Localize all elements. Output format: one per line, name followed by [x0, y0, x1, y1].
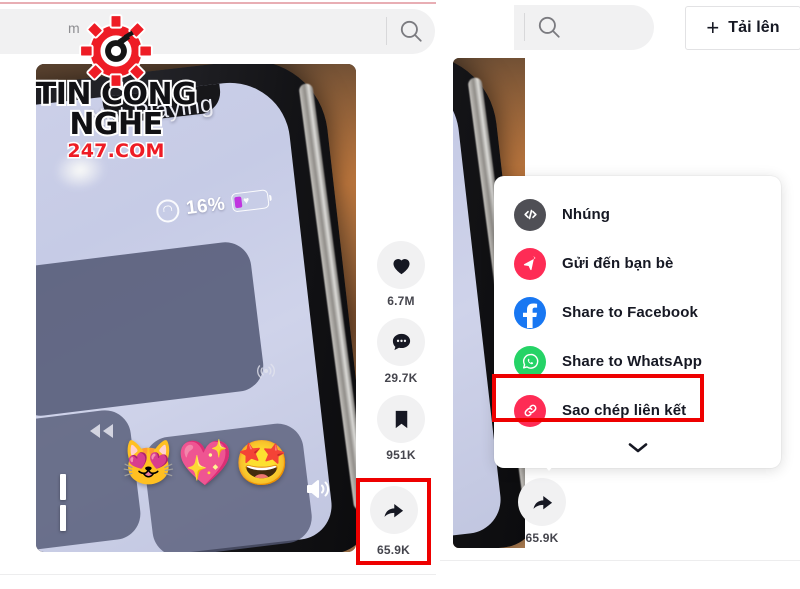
share-menu-item-label: Nhúng: [562, 206, 610, 223]
video-player[interactable]: 16% ♥ Not Playing 😻 💖 🤩: [36, 64, 356, 552]
battery-fill: [233, 196, 243, 209]
search-bar[interactable]: [0, 9, 435, 54]
share-button[interactable]: 65.9K: [360, 482, 427, 561]
share-button-2[interactable]: 65.9K: [518, 478, 566, 545]
search-divider-2: [524, 13, 525, 41]
panel-two-bottom-seam: [440, 560, 800, 561]
emoji-0: 😻: [121, 439, 176, 488]
share-menu-popover: Nhúng Gửi đến bạn bè Share to Facebook S…: [494, 176, 781, 468]
plus-icon: +: [706, 15, 720, 40]
share-arrow-icon[interactable]: [369, 486, 418, 534]
share-menu-item-facebook[interactable]: Share to Facebook: [494, 288, 781, 337]
bookmark-icon[interactable]: [377, 395, 425, 443]
share-menu-item-label: Gửi đến bạn bè: [562, 255, 674, 272]
emoji-2: 🤩: [234, 439, 290, 488]
panel-one-bottom-seam: [0, 574, 436, 575]
screenshot-stage: m 16% ♥ Not Playing 😻 💖 🤩 TIN CONG NGHE …: [0, 0, 800, 589]
battery-percent-label: 16%: [184, 193, 227, 219]
share-menu-item-label: Share to Facebook: [562, 304, 698, 321]
share-menu-item-send-friends[interactable]: Gửi đến bạn bè: [494, 239, 781, 288]
pause-icon[interactable]: [60, 474, 80, 531]
screen-glare: [52, 147, 109, 193]
link-chain-icon: [514, 394, 546, 427]
facebook-icon: [514, 296, 546, 329]
search-input[interactable]: m: [68, 20, 80, 36]
like-button[interactable]: 6.7M: [377, 241, 425, 308]
whatsapp-icon: [514, 345, 546, 378]
search-divider: [386, 17, 387, 45]
share-button-highlight: 65.9K: [356, 478, 431, 565]
right-capture-panel: + Tải lên 16%: [440, 0, 800, 560]
share-count: 65.9K: [376, 543, 411, 557]
comment-count: 29.7K: [384, 371, 418, 385]
embed-code-icon: [514, 198, 546, 231]
upload-button-label: Tải lên: [728, 19, 780, 36]
bookmark-count: 951K: [386, 448, 416, 462]
share-menu-item-label: Sao chép liên kết: [562, 402, 687, 419]
emoji-overlay: 😻 💖 🤩: [121, 442, 289, 486]
share-menu-item-label: Share to WhatsApp: [562, 353, 703, 370]
comment-button[interactable]: 29.7K: [377, 318, 425, 385]
rewind-icon: [86, 422, 116, 440]
battery-heart-glyph: ♥: [242, 194, 251, 207]
search-icon-2[interactable]: [536, 14, 562, 40]
lock-circle-icon: [155, 198, 181, 224]
battery-icon: ♥: [230, 189, 270, 213]
share-menu-list: Nhúng Gửi đến bạn bè Share to Facebook S…: [494, 190, 781, 435]
engagement-rail: 6.7M 29.7K 951K: [371, 241, 431, 472]
comment-icon[interactable]: [377, 318, 425, 366]
like-count: 6.7M: [387, 294, 415, 308]
volume-icon[interactable]: [304, 476, 332, 502]
chevron-down-icon[interactable]: [494, 441, 781, 454]
heart-icon[interactable]: [377, 241, 425, 289]
send-paper-plane-icon: [514, 247, 546, 280]
airplay-icon: [254, 359, 279, 384]
bookmark-button[interactable]: 951K: [377, 395, 425, 462]
emoji-1: 💖: [177, 439, 233, 488]
upload-button[interactable]: + Tải lên: [685, 6, 800, 50]
search-bar-2[interactable]: [514, 5, 654, 50]
share-count-2: 65.9K: [525, 531, 559, 545]
share-menu-item-copy-link[interactable]: Sao chép liên kết: [494, 386, 781, 435]
share-menu-item-embed[interactable]: Nhúng: [494, 190, 781, 239]
share-menu-item-whatsapp[interactable]: Share to WhatsApp: [494, 337, 781, 386]
share-arrow-icon-2[interactable]: [518, 478, 566, 526]
now-playing-widget: [36, 239, 267, 419]
left-capture-panel: m 16% ♥ Not Playing 😻 💖 🤩 TIN CONG NGHE …: [0, 4, 436, 589]
search-icon[interactable]: [398, 18, 424, 44]
